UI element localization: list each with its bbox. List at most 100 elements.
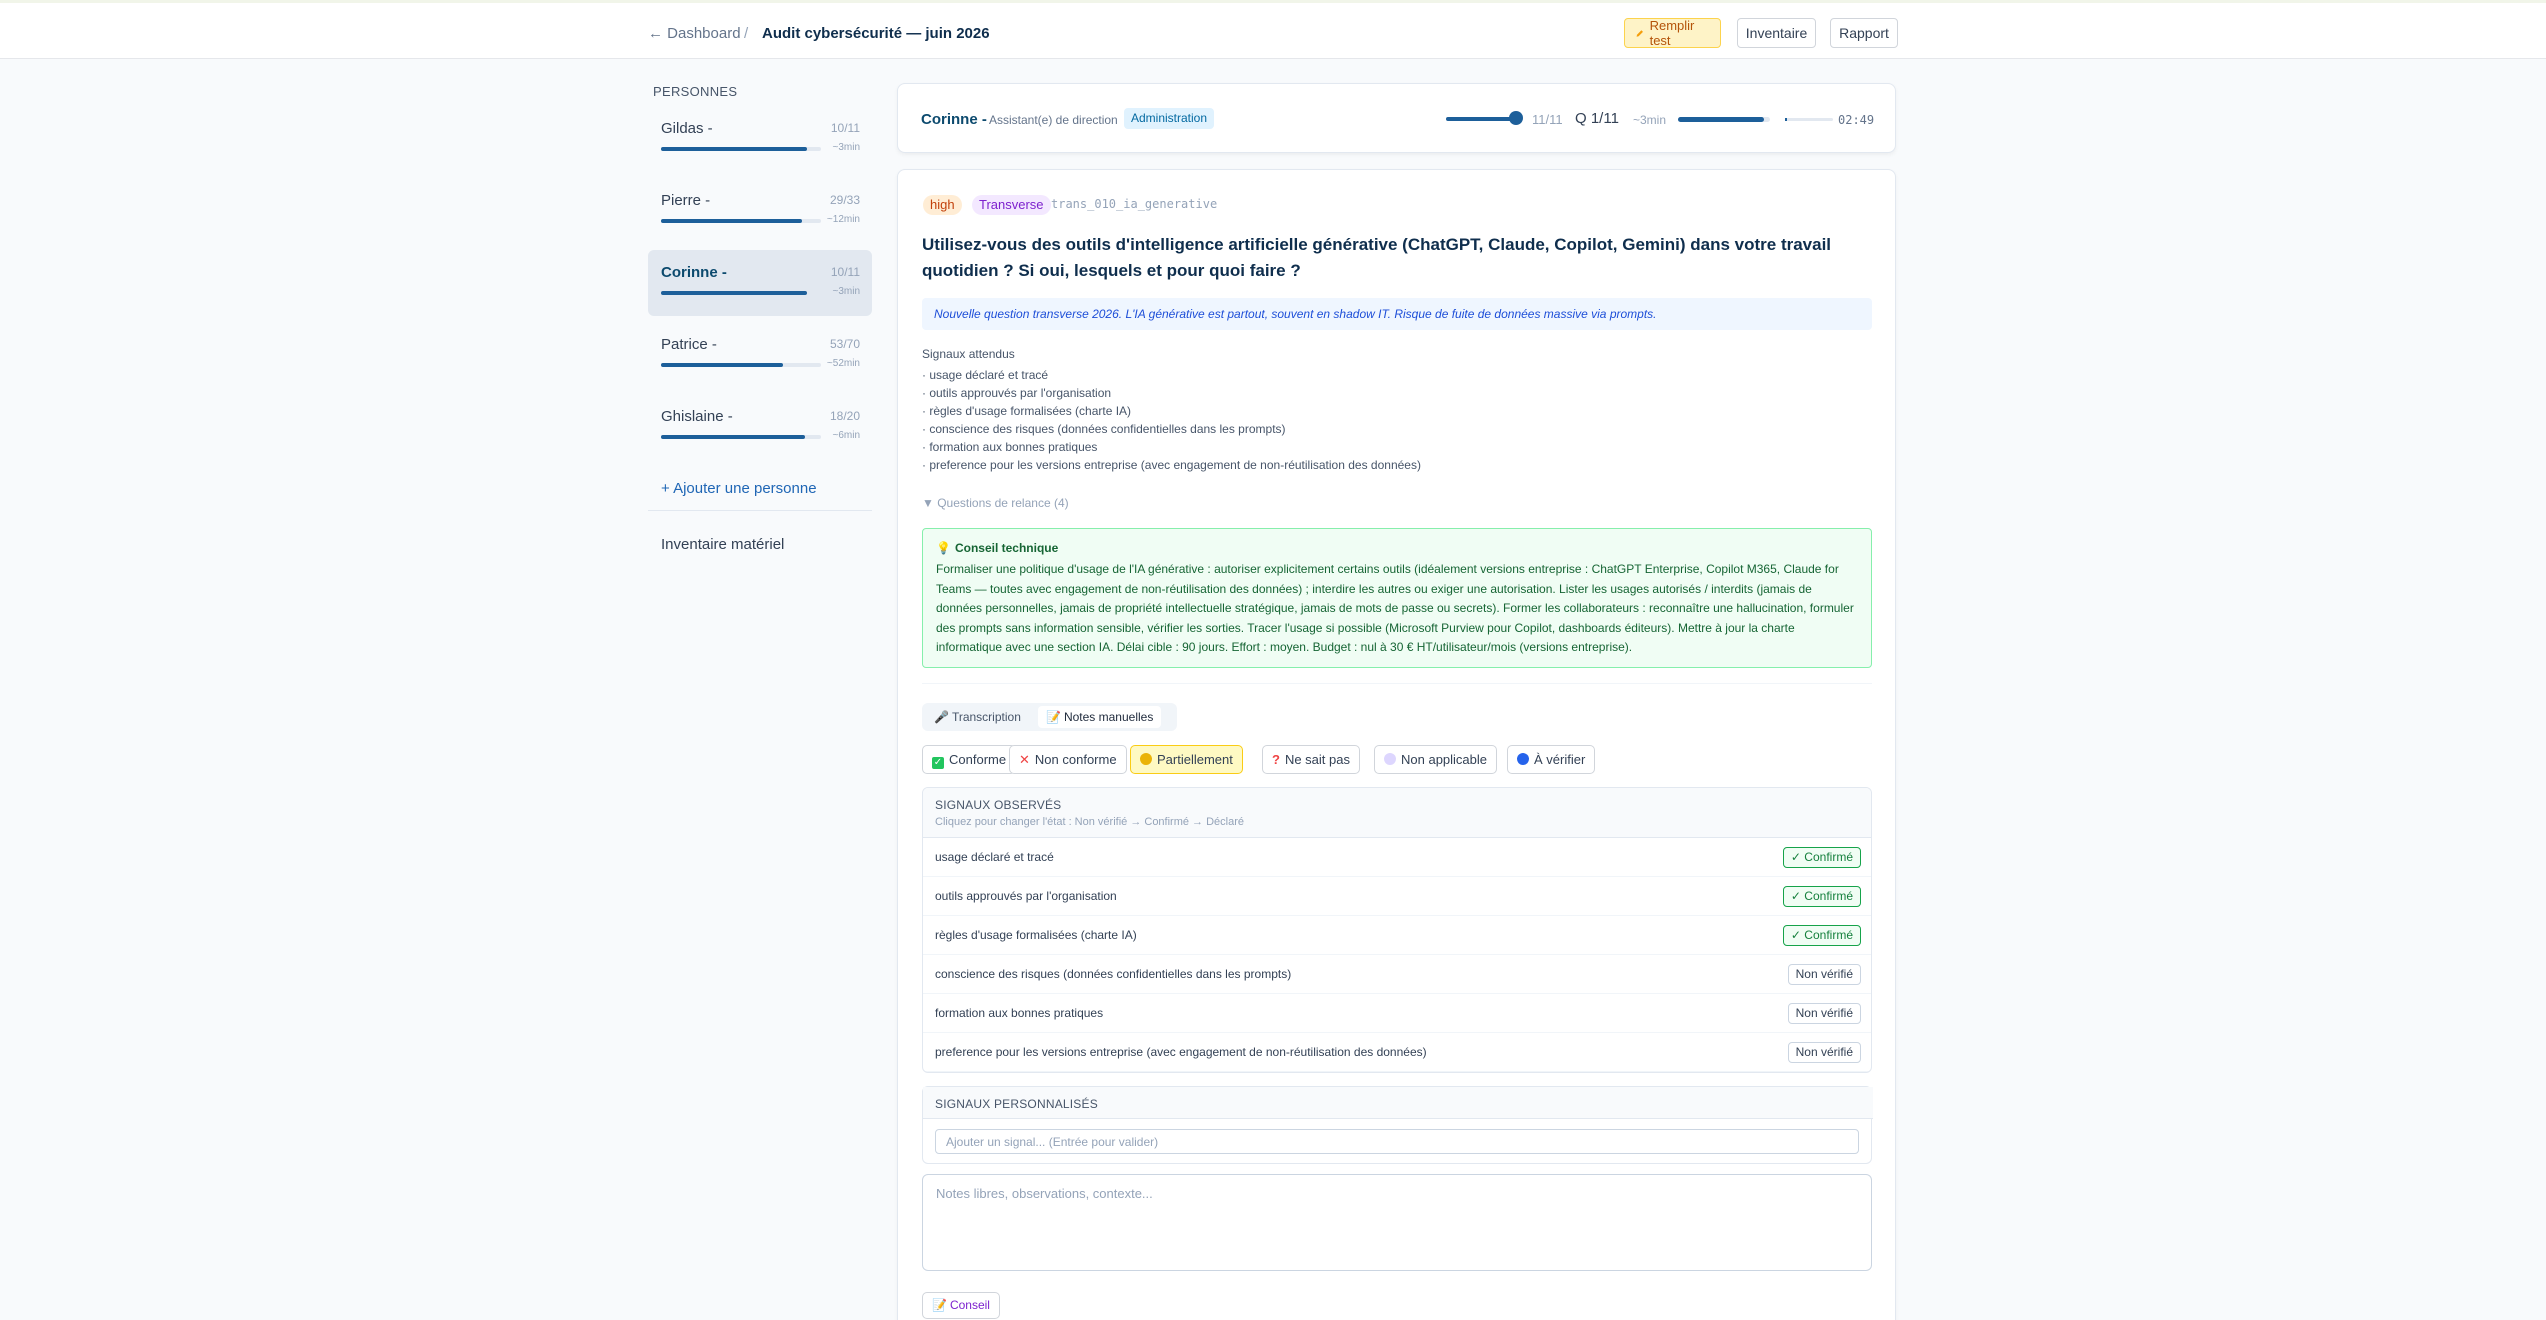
person-time-estimate: ~3min [832,286,860,297]
people-heading: PERSONNES [653,84,738,99]
observed-signals-header: SIGNAUX OBSERVÉS Cliquez pour changer l'… [923,788,1871,838]
sidebar-person[interactable]: Gildas - 10/11 ~3min [648,106,872,172]
department-badge: Administration [1124,108,1215,129]
sidebar-person[interactable]: Patrice - 53/70 ~52min [648,322,872,388]
person-progress-count: 18/20 [829,409,860,423]
moon-icon [1384,753,1396,765]
person-time-estimate: ~6min [832,430,860,441]
signal-state-toggle[interactable]: ✓ Confirmé [1782,886,1861,907]
person-time-estimate: ~52min [826,358,860,369]
answered-count: 11/11 [1532,112,1563,127]
person-progress-fill [661,147,807,151]
question-note: Nouvelle question transverse 2026. L'IA … [922,298,1872,330]
observed-signal-label: conscience des risques (données confiden… [935,967,1292,981]
signal-state-toggle[interactable]: Non vérifié [1787,964,1861,985]
sidebar-person[interactable]: Ghislaine - 18/20 ~6min [648,394,872,460]
status-label: Ne sait pas [1284,752,1350,767]
expected-signals-title: Signaux attendus [922,347,1015,361]
partial-circle-icon [1140,753,1152,765]
status-ne-sait-pas-button[interactable]: ? Ne sait pas [1262,745,1360,774]
status-label: À vérifier [1534,752,1586,767]
tab-manual-notes-label: Notes manuelles [1063,710,1154,724]
expected-signal: · règles d'usage formalisées (charte IA) [922,404,1132,418]
report-button[interactable]: Rapport [1830,18,1898,48]
followup-questions-toggle[interactable]: ▼ Questions de relance (4) [922,496,1069,510]
question-card: high Transverse trans_010_ia_generative … [897,169,1896,1320]
timer-bar [1785,118,1833,121]
free-notes-textarea[interactable] [922,1174,1872,1271]
signal-state-toggle[interactable]: ✓ Confirmé [1782,925,1861,946]
add-signal-input[interactable] [935,1129,1859,1154]
question-text: Utilisez-vous des outils d'intelligence … [922,235,1832,280]
inventory-button[interactable]: Inventaire [1737,18,1816,48]
expected-signal: · usage déclaré et tracé [922,368,1049,382]
signal-state-toggle[interactable]: Non vérifié [1787,1003,1861,1024]
question-mark-icon: ? [1272,752,1280,767]
report-label: Rapport [1839,25,1889,41]
advice-text: Formaliser une politique d'usage de l'IA… [936,562,1854,654]
fill-test-button[interactable]: Remplir test [1624,18,1721,48]
status-a-verifier-button[interactable]: À vérifier [1507,745,1596,774]
timer-bar-fill [1785,118,1787,121]
observed-signal-row: règles d'usage formalisées (charte IA) ✓ … [923,916,1871,955]
signal-state-toggle[interactable]: ✓ Confirmé [1782,847,1861,868]
notepad-icon: 📝 [1046,710,1061,724]
observed-signal-row: formation aux bonnes pratiques Non vérifi… [923,994,1871,1033]
expected-signal: · conscience des risques (données confid… [922,422,1286,436]
observed-signal-row: preference pour les versions entreprise … [923,1033,1871,1072]
interviewee-name: Corinne - [921,111,987,128]
tab-manual-notes[interactable]: 📝 Notes manuelles [1038,706,1162,728]
sidebar-person[interactable]: Corinne - 10/11 ~3min [648,250,872,316]
question-slider-track[interactable] [1446,117,1514,121]
status-conforme-button[interactable]: ✓ Conforme [922,745,1017,774]
question-indicator: Q 1/11 [1575,110,1619,127]
signal-state-toggle[interactable]: Non vérifié [1787,1042,1861,1063]
status-non-conforme-button[interactable]: ✕ Non conforme [1009,745,1127,774]
status-label: Partiellement [1157,752,1233,767]
interviewee-role: Assistant(e) de direction [989,113,1118,127]
person-name: Pierre - [661,192,711,209]
top-bar: ← Dashboard / Audit cybersécurité — juin… [0,0,2546,59]
observed-signal-row: outils approuvés par l'organisation ✓ Con… [923,877,1871,916]
person-name: Ghislaine - [661,408,733,425]
tab-transcription[interactable]: 🎤 Transcription [926,706,1029,728]
advice-title: Conseil technique [954,541,1059,555]
time-estimate: ~3min [1633,113,1667,127]
observed-signals-panel: SIGNAUX OBSERVÉS Cliquez pour changer l'… [922,787,1872,1073]
observed-signal-label: usage déclaré et tracé [935,850,1054,864]
sidebar-divider [648,510,872,511]
fill-test-label: Remplir test [1649,18,1695,48]
person-name: Gildas - [661,120,713,137]
advice-button[interactable]: 📝 Conseil [922,1292,1000,1319]
person-progress-count: 10/11 [830,121,860,135]
person-progress-count: 10/11 [830,265,860,279]
audit-title: Audit cybersécurité — juin 2026 [762,25,990,42]
observed-signal-row: usage déclaré et tracé ✓ Confirmé [923,838,1871,877]
person-progress-fill [661,363,783,367]
observed-signals-title: SIGNAUX OBSERVÉS [935,798,1062,812]
status-partiellement-button[interactable]: Partiellement [1130,745,1243,774]
custom-signals-header: SIGNAUX PERSONNALISÉS [923,1087,1873,1119]
interviewee-header: Corinne - Assistant(e) de direction Admi… [897,83,1896,153]
custom-signals-panel: SIGNAUX PERSONNALISÉS [922,1086,1873,1164]
expected-signal: · preference pour les versions entrepris… [922,458,1421,472]
progress-bar [1678,117,1770,122]
question-slider-handle[interactable] [1509,111,1523,125]
person-progress-bar [661,219,821,223]
hardware-inventory-link[interactable]: Inventaire matériel [661,536,784,553]
observed-signal-label: outils approuvés par l'organisation [935,889,1117,903]
divider [922,683,1872,684]
sidebar-person[interactable]: Pierre - 29/33 ~12min [648,178,872,244]
expected-signal: · formation aux bonnes pratiques [922,440,1098,454]
expected-signal: · outils approuvés par l'organisation [922,386,1112,400]
status-non-applicable-button[interactable]: Non applicable [1374,745,1498,774]
person-name: Patrice - [661,336,717,353]
progress-bar-fill [1678,117,1764,122]
back-to-dashboard-link[interactable]: ← Dashboard [648,25,741,42]
add-person-link[interactable]: + Ajouter une personne [661,480,817,497]
blue-circle-icon [1517,753,1529,765]
person-progress-count: 29/33 [829,193,860,207]
person-progress-bar [661,363,821,367]
person-progress-bar [661,291,821,295]
person-time-estimate: ~12min [826,214,860,225]
